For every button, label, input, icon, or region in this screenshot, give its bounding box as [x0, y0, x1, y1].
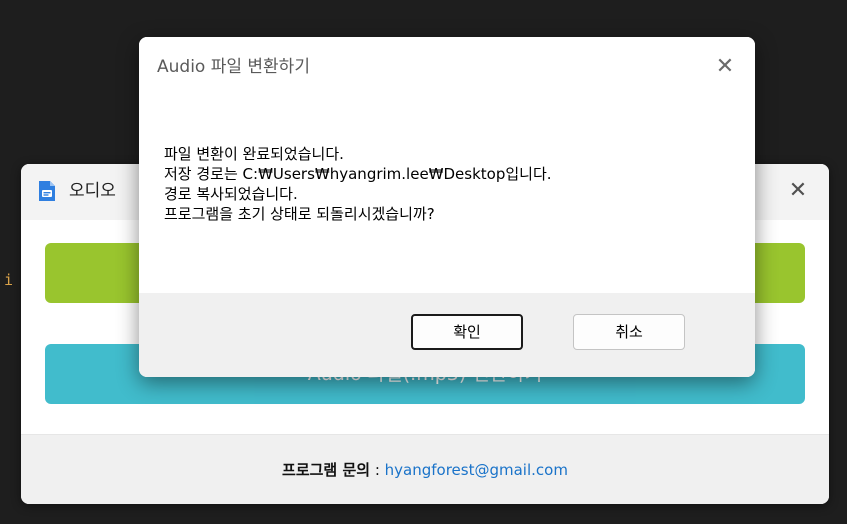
message-line: 경로 복사되었습니다. — [164, 185, 298, 203]
dialog-footer: 확인 취소 — [139, 293, 755, 377]
dialog-titlebar: Audio 파일 변환하기 ✕ — [139, 37, 755, 97]
close-icon: ✕ — [788, 178, 808, 203]
message-line: 파일 변환이 완료되었습니다. — [164, 145, 344, 163]
contact-email-link[interactable]: hyangforest@gmail.com — [385, 461, 568, 479]
dialog-title: Audio 파일 변환하기 — [157, 57, 310, 77]
app-close-button[interactable]: ✕ — [783, 176, 813, 206]
message-line: 저장 경로는 C:₩Users₩hyangrim.lee₩Desktop입니다. — [164, 165, 552, 183]
desktop: i 오디오 ✕ Audio 파일(.mp3) 변환하기 프로그램 문의 : hy… — [0, 0, 847, 524]
contact-label: 프로그램 문의 — [282, 461, 371, 479]
app-title: 오디오 — [69, 181, 116, 201]
document-file-icon — [39, 181, 55, 201]
confirm-button[interactable]: 확인 — [411, 314, 523, 350]
contact-separator: : — [370, 461, 385, 479]
conversion-complete-dialog: Audio 파일 변환하기 ✕ 파일 변환이 완료되었습니다. 저장 경로는 C… — [139, 37, 755, 377]
app-footer: 프로그램 문의 : hyangforest@gmail.com — [21, 434, 829, 504]
background-code-glyph: i — [4, 271, 14, 289]
dialog-close-button[interactable]: ✕ — [709, 51, 741, 83]
close-icon: ✕ — [715, 54, 735, 79]
dialog-message: 파일 변환이 완료되었습니다. 저장 경로는 C:₩Users₩hyangrim… — [164, 144, 734, 224]
message-line: 프로그램을 초기 상태로 되돌리시겠습니까? — [164, 205, 435, 223]
cancel-button[interactable]: 취소 — [573, 314, 685, 350]
